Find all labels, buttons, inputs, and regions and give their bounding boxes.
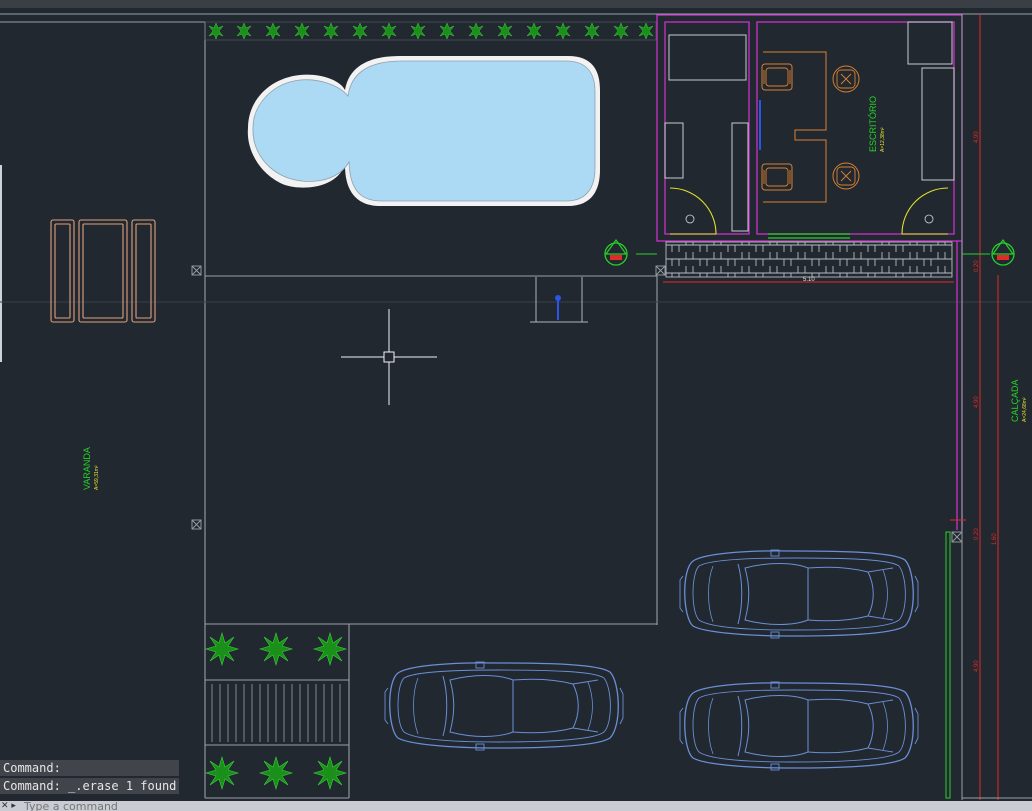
command-history-line-2: Command: _.erase 1 found [0,778,180,794]
veranda-area-label: A=59,31m² [94,465,100,490]
dimension-texts: 5.10 4.90 4.90 4.90 0.20 0.20 1.60 [803,131,998,672]
dim-d-label: 0.20 [974,260,980,272]
bathroom-fixtures [664,21,955,232]
doors [669,187,949,235]
office-furniture [759,51,860,203]
section-marker-left [604,238,657,266]
veranda-label: VARANDA [82,447,92,490]
command-history: Command: Command: _.erase 1 found [0,760,180,794]
dim-a-label: 4.90 [974,131,980,143]
office-label: ESCRITÓRIO [868,96,878,152]
veranda-label-group: VARANDA A=59,31m² [82,447,100,490]
section-marker-right [962,238,1015,266]
office-label-group: ESCRITÓRIO A=12,38m² [868,96,886,152]
swimming-pool [247,56,600,206]
car-top-right [679,549,919,639]
column-markers [191,265,963,543]
dim-e-label: 0.20 [974,528,980,540]
sidewalk-area: CALÇADA A=24,68m² [945,379,1032,799]
command-line-bar: ✕ ▸ [0,801,1032,811]
door-tags [685,214,934,224]
wall-fixture [530,277,588,323]
command-input[interactable] [2,801,424,811]
dim-b-label: 4.90 [974,396,980,408]
drawing-viewport[interactable]: VARANDA A=59,31m² ESCRITÓRIO A=12,38m² 5… [0,0,1032,811]
office-area-label: A=12,38m² [880,127,886,152]
dim-width-label: 5.10 [803,277,815,283]
paving-strip [665,241,953,278]
sidewalk-label: CALÇADA [1010,379,1020,422]
command-history-line-1: Command: [0,760,180,776]
sidewalk-area-label: A=24,68m² [1022,397,1028,422]
garden-bed [205,632,349,790]
hedge-row [204,21,657,41]
crosshair-cursor [341,309,437,405]
left-wall-segment [0,165,2,362]
car-bottom-right [679,681,919,771]
dim-c-label: 4.90 [974,660,980,672]
veranda-benches [50,219,156,323]
dimension-lines [663,14,999,800]
car-left [384,661,624,751]
dim-f-label: 1.60 [992,533,998,545]
